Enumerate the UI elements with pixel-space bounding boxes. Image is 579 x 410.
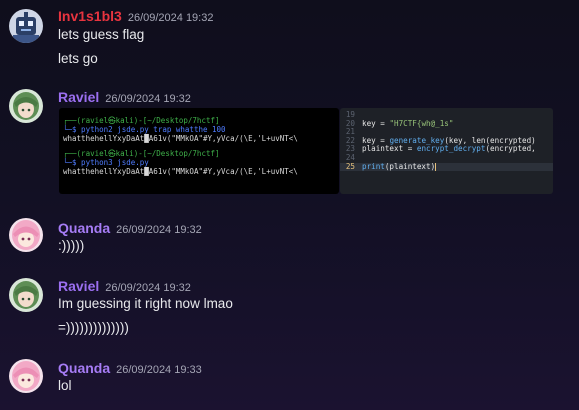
message-text: :))))) [58, 238, 85, 253]
code-editor-screenshot[interactable]: 19 20 key = "H7CTF{wh@_1s" 21 22 key = gen… [340, 108, 553, 194]
timestamp: 26/09/2024 19:32 [127, 12, 214, 24]
code-line: 23 plaintext = encrypt_decrypt (encrypted, [345, 144, 536, 154]
terminal-prompt: ┌──(raviel㉿kali)-[~/Desktop/7hctf] [63, 116, 220, 125]
pink-anime-avatar-icon [9, 359, 43, 393]
terminal-command: └─$ python2 jsde.py trap whatthe 100 [63, 125, 226, 134]
terminal-screenshot[interactable]: ┌──(raviel㉿kali)-[~/Desktop/7hctf] └─$ p… [59, 108, 339, 194]
avatar[interactable] [9, 89, 43, 123]
message-text: =)))))))))))))) [58, 320, 129, 335]
username[interactable]: Inv1s1bl3 [58, 8, 122, 24]
text-cursor-icon [435, 162, 437, 171]
robot-avatar-icon [9, 9, 43, 43]
avatar[interactable] [9, 278, 43, 312]
timestamp: 26/09/2024 19:33 [116, 364, 202, 376]
terminal-output: whatthehellYxyDaAt█A61v("MMkOA"#Y,yVca/(… [63, 167, 298, 176]
message-text: lets guess flag [58, 27, 145, 42]
message-text: Im guessing it right now lmao [58, 296, 233, 311]
terminal-prompt: ┌──(raviel㉿kali)-[~/Desktop/7hctf] [63, 149, 220, 158]
anime-avatar-icon [9, 278, 43, 312]
terminal-command: └─$ python3 jsde.py [63, 158, 149, 167]
message-text: lets go [58, 51, 98, 66]
avatar[interactable] [9, 359, 43, 393]
timestamp: 26/09/2024 19:32 [105, 282, 191, 294]
message-text: lol [58, 378, 72, 393]
avatar[interactable] [9, 9, 43, 43]
avatar[interactable] [9, 218, 43, 252]
anime-avatar-icon [9, 89, 43, 123]
code-line-current: 25 print (plaintext) [340, 162, 553, 172]
pink-anime-avatar-icon [9, 218, 43, 252]
username[interactable]: Quanda [58, 360, 110, 376]
timestamp: 26/09/2024 19:32 [116, 224, 202, 236]
username[interactable]: Quanda [58, 220, 110, 236]
username[interactable]: Raviel [58, 278, 99, 294]
terminal-output: whatthehellYxyDaAt█A61v("MMkOA"#Y,yVca/(… [63, 134, 298, 143]
timestamp: 26/09/2024 19:32 [105, 93, 191, 105]
username[interactable]: Raviel [58, 89, 99, 105]
code-line: 20 key = "H7CTF{wh@_1s" [345, 118, 454, 128]
